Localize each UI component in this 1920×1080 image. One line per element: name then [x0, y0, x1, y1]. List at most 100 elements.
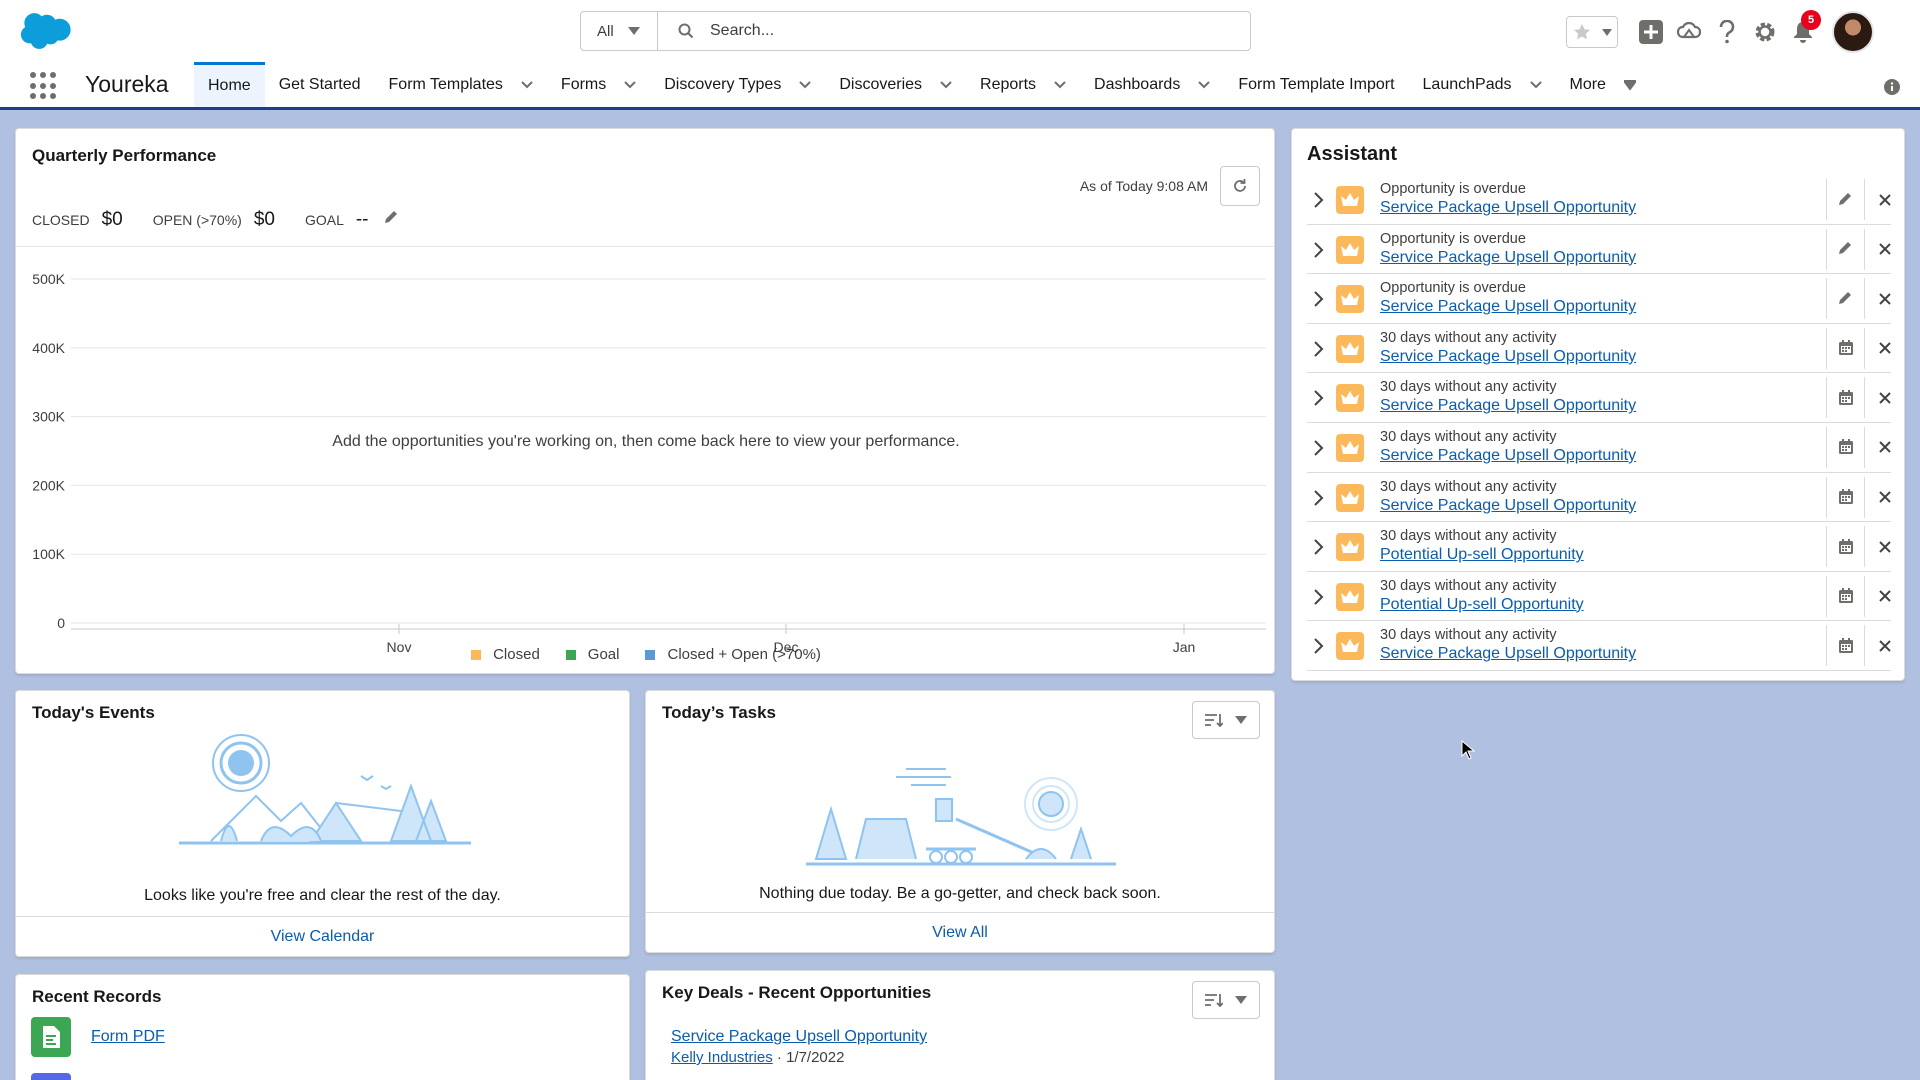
edit-button[interactable] [1826, 278, 1865, 320]
dismiss-button[interactable] [1865, 526, 1904, 567]
nav-tab-label: Discovery Types [664, 75, 782, 93]
chevron-right-icon[interactable] [1313, 638, 1325, 655]
new-event-button[interactable] [1826, 526, 1865, 568]
opportunity-icon [1336, 235, 1364, 264]
card-title: Key Deals - Recent Opportunities [662, 983, 932, 1002]
opportunity-icon [1336, 433, 1364, 462]
assistant-item-link[interactable]: Service Package Upsell Opportunity [1380, 645, 1636, 663]
opportunity-icon [1336, 533, 1364, 562]
salesforce-logo[interactable] [20, 12, 74, 50]
dismiss-button[interactable] [1865, 625, 1904, 666]
global-actions-button[interactable] [1632, 13, 1670, 51]
nav-tab[interactable]: LaunchPads [1409, 62, 1556, 107]
dismiss-button[interactable] [1865, 427, 1904, 468]
new-event-button[interactable] [1826, 377, 1865, 419]
notifications-button[interactable]: 5 [1784, 10, 1822, 51]
user-avatar[interactable] [1832, 11, 1874, 53]
dismiss-button[interactable] [1865, 328, 1904, 369]
edit-goal-icon[interactable] [383, 209, 399, 225]
deals-filter-button[interactable] [1192, 981, 1260, 1019]
goal-label: GOAL [304, 212, 344, 228]
chevron-down-icon[interactable] [1529, 79, 1542, 91]
assistant-item-link[interactable]: Potential Up-sell Opportunity [1380, 596, 1584, 614]
assistant-item-link[interactable]: Service Package Upsell Opportunity [1380, 497, 1636, 515]
chevron-down-icon[interactable] [1623, 79, 1636, 91]
new-event-button[interactable] [1826, 426, 1865, 468]
nav-tab[interactable]: More [1556, 62, 1650, 107]
favorites-button[interactable] [1566, 16, 1618, 48]
chevron-right-icon[interactable] [1313, 291, 1325, 307]
trailhead-button[interactable] [1670, 13, 1708, 51]
deal-details: Kelly Industries · 1/7/2022 [671, 1049, 844, 1066]
view-all-tasks-link[interactable]: View All [646, 912, 1274, 952]
chevron-right-icon[interactable] [1313, 341, 1325, 357]
chevron-right-icon[interactable] [1313, 241, 1325, 258]
chevron-down-icon[interactable] [799, 79, 812, 91]
close-icon [1878, 243, 1891, 255]
chevron-down-icon[interactable] [521, 79, 533, 91]
nav-tab[interactable]: Forms [547, 62, 650, 107]
nav-tab[interactable]: Dashboards [1080, 62, 1224, 107]
help-button[interactable] [1708, 13, 1746, 51]
nav-tab[interactable]: Form Templates [375, 62, 547, 107]
account-link[interactable]: Kelly Industries [671, 1049, 773, 1066]
chevron-right-icon[interactable] [1313, 192, 1325, 208]
chevron-down-icon[interactable] [1198, 79, 1211, 91]
key-deals-card: Key Deals - Recent Opportunities Service… [645, 970, 1275, 1080]
nav-tab-label: Home [208, 77, 251, 94]
view-calendar-link[interactable]: View Calendar [16, 916, 629, 956]
new-event-button[interactable] [1826, 625, 1865, 667]
info-icon[interactable] [1884, 79, 1900, 95]
chevron-down-icon[interactable] [940, 79, 952, 91]
search-input[interactable] [710, 22, 1250, 40]
chevron-right-icon[interactable] [1313, 589, 1325, 605]
recent-record-link[interactable]: Form PDF [91, 1028, 165, 1046]
new-event-button[interactable] [1826, 476, 1865, 518]
assistant-item-link[interactable]: Potential Up-sell Opportunity [1380, 546, 1584, 564]
chevron-right-icon[interactable] [1313, 440, 1325, 456]
legend-swatch [645, 649, 656, 660]
edit-button[interactable] [1826, 228, 1865, 270]
dismiss-button[interactable] [1865, 278, 1904, 319]
nav-tab[interactable]: Get Started [265, 62, 375, 107]
setup-button[interactable] [1746, 13, 1784, 51]
new-event-button[interactable] [1826, 327, 1865, 369]
assistant-item-link[interactable]: Service Package Upsell Opportunity [1380, 348, 1636, 366]
close-icon [1878, 540, 1891, 553]
assistant-item-link[interactable]: Service Package Upsell Opportunity [1380, 199, 1636, 217]
pencil-icon [1838, 242, 1851, 255]
nav-tab[interactable]: Reports [966, 62, 1080, 107]
deal-name-link[interactable]: Service Package Upsell Opportunity [671, 1028, 927, 1046]
dismiss-button[interactable] [1865, 377, 1904, 418]
separator: · [776, 1049, 782, 1066]
chevron-right-icon[interactable] [1313, 489, 1325, 506]
refresh-button[interactable] [1220, 166, 1260, 206]
assistant-item-link[interactable]: Service Package Upsell Opportunity [1380, 447, 1636, 465]
task-filter-button[interactable] [1192, 701, 1260, 739]
chevron-down-icon[interactable] [1054, 79, 1066, 91]
mouse-cursor-icon [1461, 740, 1475, 760]
search-scope-dropdown[interactable]: All [581, 12, 658, 50]
app-launcher-button[interactable] [30, 72, 58, 100]
dismiss-button[interactable] [1865, 576, 1904, 617]
chevron-right-icon[interactable] [1313, 539, 1325, 555]
caret-down-icon [1601, 28, 1612, 36]
nav-tab[interactable]: Home [194, 62, 265, 107]
nav-tab[interactable]: Form Template Import [1224, 62, 1408, 107]
caret-down-icon [1235, 716, 1247, 724]
assistant-item-link[interactable]: Service Package Upsell Opportunity [1380, 397, 1636, 415]
chevron-right-icon[interactable] [1313, 390, 1325, 407]
dismiss-button[interactable] [1865, 229, 1904, 270]
form-record-icon [31, 1017, 71, 1057]
nav-tab[interactable]: Discovery Types [650, 62, 825, 107]
assistant-item-link[interactable]: Service Package Upsell Opportunity [1380, 249, 1636, 267]
edit-button[interactable] [1826, 179, 1865, 220]
nav-tab[interactable]: Discoveries [825, 62, 966, 107]
chevron-down-icon[interactable] [624, 79, 636, 91]
new-event-button[interactable] [1826, 575, 1865, 617]
dismiss-button[interactable] [1865, 179, 1904, 220]
assistant-item-link[interactable]: Service Package Upsell Opportunity [1380, 298, 1636, 316]
calendar-icon [1838, 489, 1853, 505]
assistant-list: Opportunity is overdue Service Package Up… [1307, 175, 1891, 671]
dismiss-button[interactable] [1865, 477, 1904, 518]
